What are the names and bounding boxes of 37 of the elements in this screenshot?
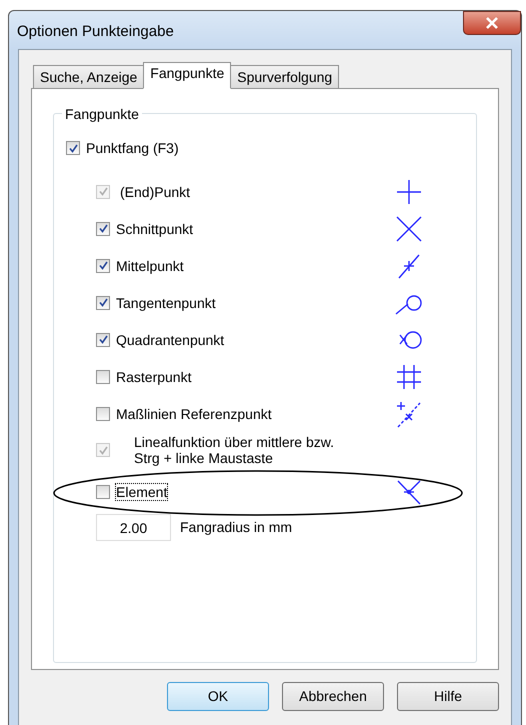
checkbox[interactable] [96,370,110,384]
checkbox[interactable] [96,406,110,420]
radius-field[interactable]: 2.00 [96,514,171,541]
field-label: Fangradius in mm [180,518,292,537]
tab[interactable]: Suche, Anzeige [33,65,144,89]
checkbox[interactable] [96,222,110,236]
tab[interactable]: Fangpunkte [143,62,232,89]
checkbox-label: Tangentenpunkt [116,294,216,310]
checkbox-label: Rasterpunkt [116,368,192,384]
checkmark-icon [98,261,108,270]
checkmark-icon [98,224,108,233]
checkbox[interactable] [66,141,80,155]
dialog-button[interactable]: Abbrechen [282,682,384,711]
checkbox[interactable] [96,296,110,310]
checkbox[interactable] [96,484,110,498]
checkmark-icon [98,446,108,454]
checkbox-label: Linealfunktion über mittlere bzw. Strg + linke Maustaste [134,434,334,466]
checkbox-label: Quadrantenpunkt [116,332,224,348]
dialog-button[interactable]: OK [167,682,269,711]
checkmark-icon [68,144,78,152]
checkmark-icon [98,298,108,307]
tab[interactable]: Spurverfolgung [230,65,340,89]
checkbox-label: Schnittpunkt [116,220,194,236]
checkmark-icon [98,335,108,344]
checkbox[interactable] [96,332,110,346]
window-title: Optionen Punkteingabe [17,22,174,42]
dialog-button[interactable]: Hilfe [397,682,499,711]
checkbox-label: Element [116,484,168,500]
checkmark-icon [98,187,108,196]
checkbox-label: Mittelpunkt [116,258,184,274]
close-icon [485,17,499,29]
snap-point-icon [394,214,424,244]
checkbox-label: Punktfang (F3) [86,138,179,158]
close-button[interactable] [463,11,521,35]
checkbox-label: Maßlinien Referenzpunkt [116,406,272,422]
checkbox-label: (End)Punkt [120,184,190,200]
checkbox[interactable] [96,258,110,272]
